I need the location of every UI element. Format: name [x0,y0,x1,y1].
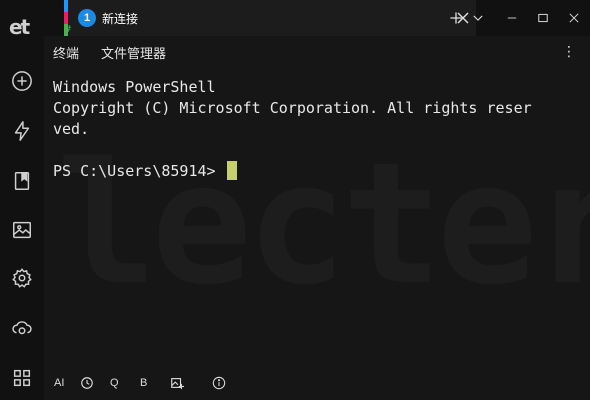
terminal-line: Windows PowerShell [53,78,216,96]
add-circle-icon[interactable] [10,69,34,93]
tab-number-badge: 1 [78,9,96,27]
plus-icon[interactable] [446,8,466,28]
tab-title: 新连接 [102,12,139,26]
terminal-cursor [226,161,237,180]
terminal-panel[interactable]: lecteri Windows PowerShell Copyright (C)… [44,66,590,366]
gear-icon[interactable] [10,266,34,290]
app-logo: et [9,15,30,39]
b-button[interactable]: B [140,375,147,391]
history-icon[interactable] [80,375,94,391]
tab-terminal[interactable]: 终端 [53,43,80,68]
minimize-icon[interactable] [502,8,522,28]
tab-new-connection[interactable]: # 1 新连接 [64,0,476,36]
terminal-prompt: PS C:\Users\85914> [53,162,225,180]
lightning-icon[interactable] [10,119,34,143]
q-button[interactable]: Q [110,375,119,391]
terminal-line: ved. [53,120,90,138]
terminal-prompt-line[interactable]: PS C:\Users\85914> [53,161,237,182]
chevron-down-icon[interactable] [468,8,488,28]
sidebar: et [0,0,44,400]
bottom-toolbar: AI Q B [44,366,590,400]
tab-hash-marker: # [65,24,72,35]
terminal-line: Copyright (C) Microsoft Corporation. All… [53,99,532,117]
tab-file-manager[interactable]: 文件管理器 [101,43,166,62]
title-bar: # 1 新连接 [44,0,590,36]
maximize-icon[interactable] [533,8,553,28]
bookmark-icon[interactable] [10,169,34,193]
sub-tab-bar: 终端 文件管理器 ⋮ [44,36,590,68]
image-plus-icon[interactable] [170,375,184,391]
cloud-sync-icon[interactable] [10,316,34,340]
info-icon[interactable] [212,375,226,391]
grid-icon[interactable] [10,366,34,390]
ai-button[interactable]: AI [54,375,64,391]
window-close-icon[interactable] [564,8,584,28]
more-vertical-icon[interactable]: ⋮ [562,44,576,60]
image-icon[interactable] [10,218,34,242]
